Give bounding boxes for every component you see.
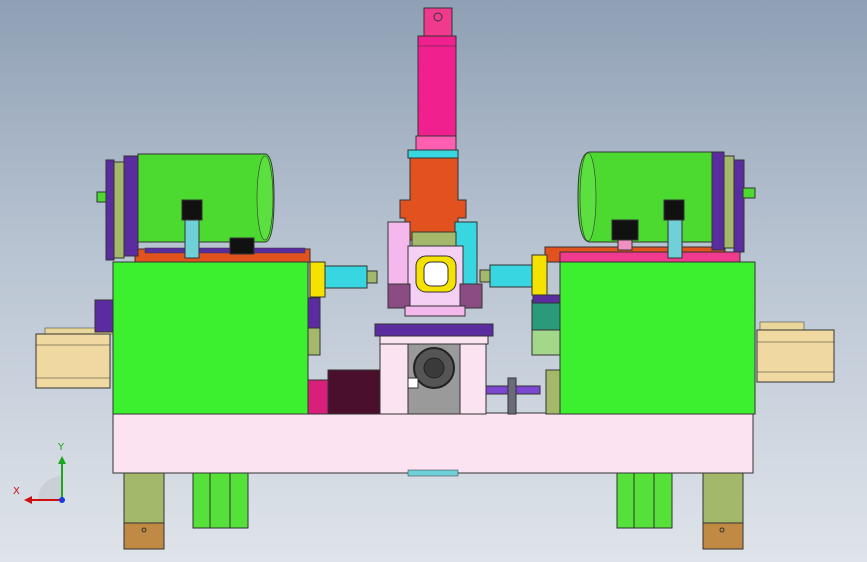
left-spindle-block: [112, 261, 309, 415]
right-motor-clamp: [663, 199, 685, 221]
right-guide-leg: [616, 472, 673, 529]
left-purple-strip: [144, 247, 306, 254]
left-tan-housing: [35, 327, 116, 389]
center-lower-left-wall: [379, 343, 409, 415]
right-tan-housing: [756, 321, 835, 383]
axis-triad: [24, 456, 66, 504]
right-pink-nub: [617, 239, 633, 251]
left-purple-spacer: [94, 299, 116, 333]
center-gear-tab: [407, 377, 419, 389]
right-spindle-block: [559, 261, 756, 415]
x-axis-label: X: [13, 486, 20, 497]
right-pink-strip: [559, 251, 741, 263]
center-lower-pink: [404, 305, 466, 317]
left-guide-leg: [192, 472, 249, 529]
right-teal-plate: [531, 299, 563, 331]
machine-assembly-drawing: [24, 7, 835, 550]
bridge-pink-strip: [379, 335, 489, 345]
right-small-clamp: [611, 219, 639, 241]
purple-bridge-plate: [374, 323, 494, 337]
left-motor-bracket: [184, 217, 200, 259]
left-magenta-strip: [307, 379, 329, 415]
left-small-clamp: [229, 237, 255, 255]
right-round-leg: [702, 472, 744, 550]
center-olive-cap: [411, 231, 457, 247]
dark-magenta-box: [327, 369, 381, 415]
right-motor-bracket: [667, 217, 683, 259]
base-plate: [112, 412, 754, 474]
center-octagon-inner: [423, 261, 449, 287]
base-bottom-block: [407, 469, 459, 477]
y-axis-label: Y: [58, 442, 65, 453]
right-yellow-plate: [545, 369, 561, 415]
left-round-leg: [123, 472, 165, 550]
center-lower-mauve-left: [387, 283, 411, 309]
vertical-cylinder: [415, 7, 457, 151]
right-purple-plate: [532, 294, 562, 304]
right-spindle-shaft: [479, 254, 548, 296]
cylinder-cyan-mount: [407, 149, 459, 159]
center-lower-right-wall: [459, 343, 487, 415]
cad-viewport[interactable]: Y X: [0, 0, 867, 562]
left-motor-clamp: [181, 199, 203, 221]
center-lower-mauve-right: [459, 283, 483, 309]
lever-post: [507, 377, 517, 415]
left-spindle-shaft: [309, 261, 378, 298]
center-pink-plate: [387, 221, 411, 285]
